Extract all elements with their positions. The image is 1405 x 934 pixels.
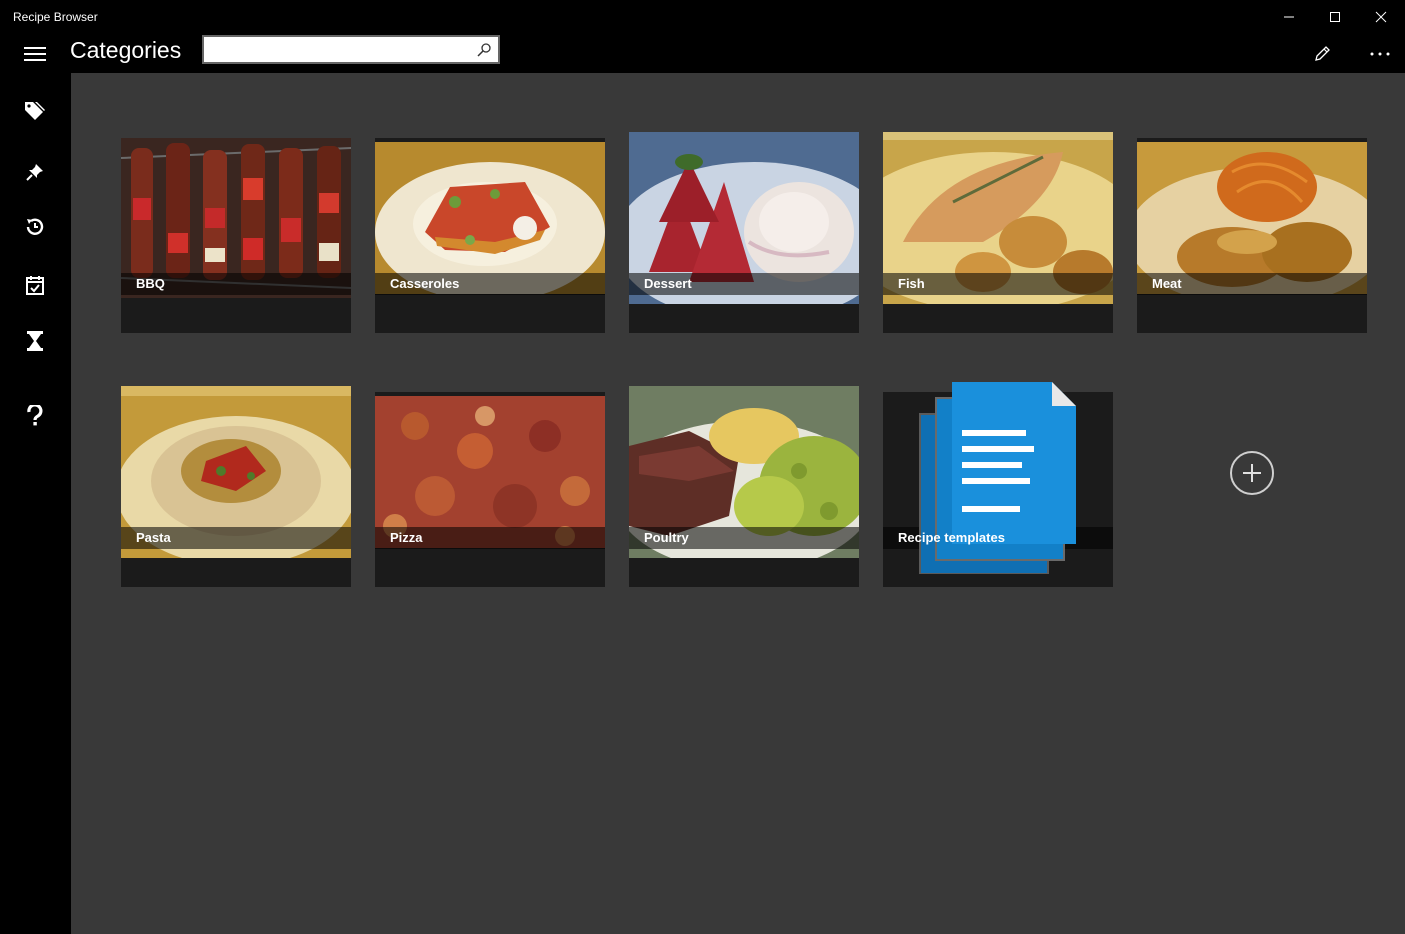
sidebar [0, 73, 71, 934]
casseroles-image [375, 142, 605, 294]
hourglass-icon [27, 331, 43, 351]
close-icon [1375, 11, 1387, 22]
title-bar: Recipe Browser [0, 0, 1405, 33]
search-icon[interactable] [476, 42, 492, 58]
pencil-icon [1315, 46, 1330, 61]
categories-grid: BBQ Casseroles Dessert Fish Meat Pasta P… [71, 73, 1405, 934]
more-icon [1370, 52, 1390, 56]
category-tile-fish[interactable]: Fish [883, 132, 1113, 333]
search-box[interactable] [202, 35, 500, 64]
help-icon [27, 405, 43, 426]
maximize-icon [1330, 11, 1340, 22]
more-options-button[interactable] [1362, 41, 1398, 67]
page-title: Categories [70, 37, 182, 63]
history-icon [26, 218, 44, 235]
calendar-check-icon [26, 276, 44, 295]
category-label: Pizza [390, 530, 423, 545]
plus-icon [1243, 464, 1261, 482]
close-button[interactable] [1358, 0, 1404, 33]
category-tile-recipe-templates[interactable]: Recipe templates [883, 382, 1113, 587]
minimize-button[interactable] [1266, 0, 1312, 33]
app-title: Recipe Browser [13, 10, 98, 24]
hamburger-menu-button[interactable] [14, 39, 56, 69]
category-tile-pizza[interactable]: Pizza [375, 392, 605, 587]
pizza-image [375, 396, 605, 548]
add-category-button[interactable] [1230, 451, 1274, 495]
sidebar-item-planner[interactable] [14, 267, 56, 303]
search-input[interactable] [208, 39, 468, 60]
category-label: BBQ [136, 276, 165, 291]
category-label: Meat [1152, 276, 1182, 291]
sidebar-item-help[interactable] [14, 398, 56, 434]
sidebar-item-history[interactable] [14, 209, 56, 245]
category-tile-bbq[interactable]: BBQ [121, 138, 351, 333]
category-tile-dessert[interactable]: Dessert [629, 132, 859, 333]
minimize-icon [1284, 16, 1294, 17]
sidebar-item-tags[interactable] [14, 93, 56, 129]
category-label: Recipe templates [898, 530, 1005, 545]
pin-icon [26, 164, 43, 181]
category-tile-casseroles[interactable]: Casseroles [375, 138, 605, 333]
category-tile-meat[interactable]: Meat [1137, 138, 1367, 333]
app-bar: Categories [0, 33, 1405, 73]
maximize-button[interactable] [1312, 0, 1358, 33]
category-label: Fish [898, 276, 925, 291]
category-label: Pasta [136, 530, 171, 545]
category-tile-poultry[interactable]: Poultry [629, 386, 859, 587]
category-label: Poultry [644, 530, 689, 545]
category-tile-pasta[interactable]: Pasta [121, 386, 351, 587]
category-label: Casseroles [390, 276, 460, 291]
tags-icon [25, 102, 45, 120]
category-label: Dessert [644, 276, 692, 291]
meat-image [1137, 142, 1367, 294]
edit-button[interactable] [1305, 41, 1339, 67]
sidebar-item-pinned[interactable] [14, 154, 56, 190]
sidebar-item-timer[interactable] [14, 323, 56, 359]
